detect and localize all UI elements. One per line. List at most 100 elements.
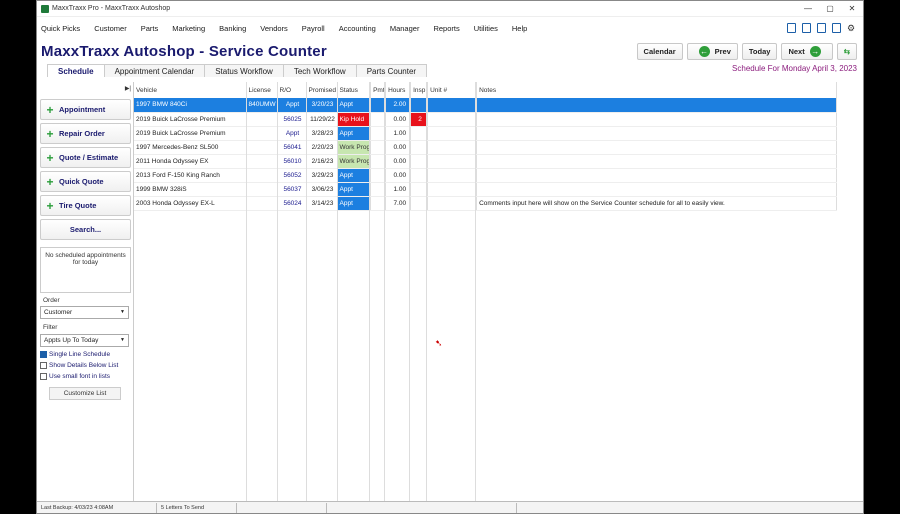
cell-promised: 2/16/23 [306,154,338,169]
menu-payroll[interactable]: Payroll [302,24,325,33]
cell-license [246,140,278,155]
calendar-button[interactable]: Calendar [636,42,683,60]
cell-notes [476,98,838,113]
cell-status: Kip Hold [337,112,372,127]
cell-unit [427,168,478,183]
app-window: MaxxTraxx Pro - MaxxTraxx Autoshop — ▢ ✕… [36,0,864,514]
minimize-button[interactable]: — [797,4,819,13]
menu-help[interactable]: Help [512,24,527,33]
today-button[interactable]: Today [741,42,778,60]
appointment-label: Appointment [59,105,106,114]
appointment-button[interactable]: + Appointment [40,99,131,120]
cell-unit [427,98,478,113]
small-font-checkbox[interactable]: Use small font in lists [40,373,110,380]
cell-vehicle: 1997 Mercedes-Benz SL500 [134,140,247,155]
table-row[interactable]: 2003 Honda Odyssey EX-L 56024 3/14/23 Appt 7… [134,196,838,211]
table-row[interactable]: 2019 Buick LaCrosse Premium Appt 3/28/23 Ap… [134,126,838,141]
next-label: Next [788,46,805,56]
tab-tech-workflow[interactable]: Tech Workflow [282,64,357,77]
cell-notes: Comments input here will show on the Ser… [476,196,838,211]
plus-icon: + [46,174,54,189]
filter-select[interactable]: Appts Up To Today ▼ [40,334,129,347]
tab-status-workflow[interactable]: Status Workflow [204,64,284,77]
dropdown-arrow-icon: ▼ [120,337,125,343]
prev-button[interactable]: ← Prev [686,42,738,60]
tab-schedule[interactable]: Schedule [47,64,105,77]
cell-ro: 56025 [277,112,307,127]
close-button[interactable]: ✕ [841,4,863,13]
menu-customer[interactable]: Customer [94,24,127,33]
phone-icon[interactable] [817,23,826,33]
menu-utilities[interactable]: Utilities [474,24,498,33]
menu-marketing[interactable]: Marketing [172,24,205,33]
refresh-button[interactable]: ⇆ [836,42,857,60]
table-row[interactable]: 2013 Ford F-150 King Ranch 56052 3/29/23 Ap… [134,168,838,183]
col-ro[interactable]: R/O [277,82,307,98]
maximize-button[interactable]: ▢ [819,4,841,13]
checkbox-icon [40,362,47,369]
table-row[interactable]: 1997 Mercedes-Benz SL500 56041 2/20/23 Work… [134,140,838,155]
cell-license: 840UMW [246,98,278,113]
repair-order-button[interactable]: + Repair Order [40,123,131,144]
col-license[interactable]: License [246,82,278,98]
cell-unit [427,196,478,211]
cell-promised: 3/06/23 [306,182,338,197]
cell-hours: 2.00 [385,98,412,113]
cell-status: Work Prog [337,140,372,155]
cell-ro: 56024 [277,196,307,211]
status-bar: Last Backup: 4/03/23 4:08AM 5 Letters To… [37,501,863,513]
cell-status: Appt [337,98,372,113]
cell-notes [476,182,838,197]
table-row[interactable]: 1997 BMW 840Ci 840UMW Appt 3/20/23 Appt 2.00 [134,98,838,113]
page-title: MaxxTraxx Autoshop - Service Counter [41,42,327,60]
status-panel [327,502,517,513]
col-unit[interactable]: Unit # [427,82,478,98]
letters-status[interactable]: 5 Letters To Send [157,502,237,513]
menu-vendors[interactable]: Vendors [260,24,288,33]
cell-ro: 56037 [277,182,307,197]
show-details-checkbox[interactable]: Show Details Below List [40,362,118,369]
prev-label: Prev [714,46,731,56]
single-line-checkbox[interactable]: Single Line Schedule [40,351,110,358]
menu-quick-picks[interactable]: Quick Picks [41,24,80,33]
col-notes[interactable]: Notes [476,82,838,98]
note-icon[interactable] [832,23,841,33]
order-label: Order [43,297,60,304]
tab-appointment-calendar[interactable]: Appointment Calendar [103,64,206,77]
cell-vehicle: 2019 Buick LaCrosse Premium [134,112,247,127]
tab-parts-counter[interactable]: Parts Counter [355,64,428,77]
col-vehicle[interactable]: Vehicle [134,82,247,98]
table-row[interactable]: 2019 Buick LaCrosse Premium 56025 11/29/22… [134,112,838,127]
order-value: Customer [44,309,73,316]
col-promised[interactable]: Promised [306,82,338,98]
schedule-grid: Vehicle License R/O Promised Status Pmt … [134,82,863,501]
col-hours[interactable]: Hours [385,82,412,98]
cell-license [246,196,278,211]
settings-gear-icon[interactable]: ⚙ [847,23,857,33]
menu-accounting[interactable]: Accounting [339,24,376,33]
plus-icon: + [46,102,54,117]
cell-hours: 0.00 [385,154,412,169]
search-button[interactable]: Search... [40,219,131,240]
quick-quote-button[interactable]: + Quick Quote [40,171,131,192]
last-backup-status: Last Backup: 4/03/23 4:08AM [37,502,157,513]
menu-manager[interactable]: Manager [390,24,420,33]
cell-license [246,126,278,141]
quote-estimate-button[interactable]: + Quote / Estimate [40,147,131,168]
next-button[interactable]: Next → [781,42,833,60]
cell-ro: 56010 [277,154,307,169]
col-status[interactable]: Status [337,82,372,98]
customize-list-button[interactable]: Customize List [49,387,121,400]
cell-ro: Appt [277,98,307,113]
collapse-sidebar-icon[interactable]: ▶| [125,85,131,92]
document-icon[interactable] [802,23,811,33]
tire-quote-button[interactable]: + Tire Quote [40,195,131,216]
cell-promised: 3/20/23 [306,98,338,113]
order-select[interactable]: Customer ▼ [40,306,129,319]
table-row[interactable]: 1999 BMW 328iS 56037 3/06/23 Appt 1.00 [134,182,838,197]
menu-parts[interactable]: Parts [141,24,159,33]
menu-banking[interactable]: Banking [219,24,246,33]
table-row[interactable]: 2011 Honda Odyssey EX 56010 2/16/23 Work Pr… [134,154,838,169]
save-icon[interactable] [787,23,796,33]
menu-reports[interactable]: Reports [433,24,459,33]
